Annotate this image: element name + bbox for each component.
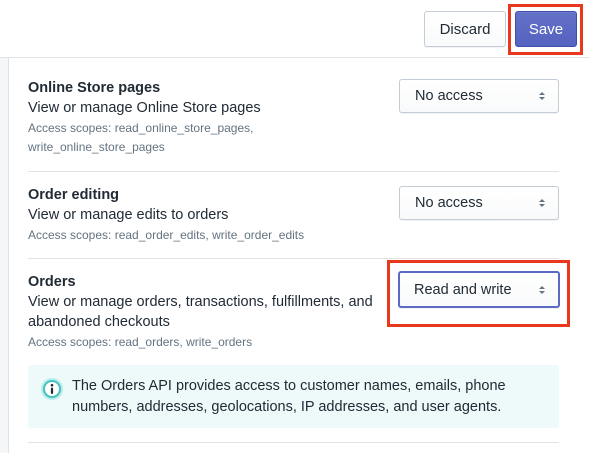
permission-description: View or manage edits to orders xyxy=(28,207,229,223)
access-select-value: Read and write xyxy=(414,281,512,298)
access-select-orders[interactable]: Read and write xyxy=(398,271,560,308)
select-arrows-icon xyxy=(539,285,545,294)
select-arrows-icon xyxy=(539,199,545,207)
permission-scopes: Access scopes: read_online_store_pages, xyxy=(28,121,254,135)
permission-title: Orders xyxy=(28,274,76,290)
banner-text-line: numbers, addresses, geolocations, IP add… xyxy=(72,399,502,415)
select-arrows-icon xyxy=(539,92,545,100)
info-icon xyxy=(41,378,63,400)
permission-description: abandoned checkouts xyxy=(28,314,170,330)
row-divider xyxy=(28,171,559,172)
permission-description: View or manage Online Store pages xyxy=(28,100,261,116)
permission-scopes: Access scopes: read_orders, write_orders xyxy=(28,335,253,349)
permission-scopes: write_online_store_pages xyxy=(28,140,165,154)
permission-title: Online Store pages xyxy=(28,80,161,96)
row-divider xyxy=(28,258,559,259)
save-button[interactable]: Save xyxy=(515,11,577,47)
permission-scopes: Access scopes: read_order_edits, write_o… xyxy=(28,228,305,242)
permission-title: Order editing xyxy=(28,187,120,203)
top-action-bar: Discard Save xyxy=(0,0,589,58)
access-select-order-editing[interactable]: No access xyxy=(399,186,559,220)
access-select-value: No access xyxy=(415,88,483,104)
orders-info-banner: The Orders API provides access to custom… xyxy=(28,365,559,428)
access-select-online-store-pages[interactable]: No access xyxy=(399,79,559,113)
access-select-value: No access xyxy=(415,195,483,211)
row-divider xyxy=(28,442,559,443)
permission-description: View or manage orders, transactions, ful… xyxy=(28,294,373,310)
banner-text: The Orders API provides access to custom… xyxy=(72,376,542,418)
banner-text-line: The Orders API provides access to custom… xyxy=(72,378,506,394)
discard-button[interactable]: Discard xyxy=(424,11,506,47)
